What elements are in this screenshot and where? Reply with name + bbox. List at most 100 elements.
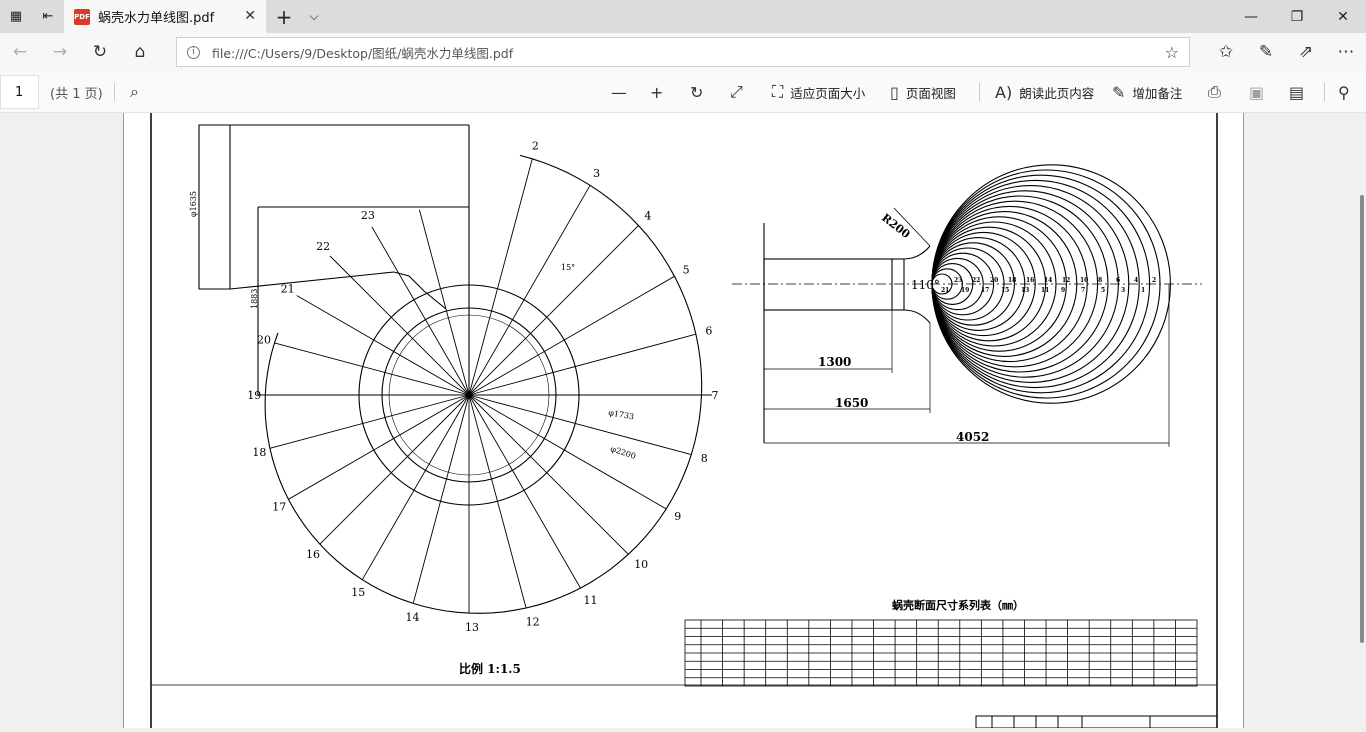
spiral-section-label: 18	[252, 446, 266, 459]
r200-label: R200	[879, 211, 913, 241]
section-label: 9	[1061, 287, 1065, 294]
spiral-section-label: 14	[406, 611, 420, 624]
dia-2200-label: φ2200	[609, 444, 636, 461]
add-notes-button[interactable]: ✎ 增加备注	[1112, 77, 1182, 107]
unpin-toolbar-icon[interactable]: ⚲	[1338, 77, 1357, 107]
add-notes-label: 增加备注	[1132, 85, 1183, 101]
section-ray	[468, 394, 629, 555]
section-ray	[361, 394, 470, 580]
search-icon[interactable]: ⌕	[130, 77, 146, 107]
close-window-icon[interactable]: ✕	[1320, 0, 1366, 33]
angle-15-label: 15°	[561, 263, 575, 272]
divider	[979, 83, 980, 101]
section-label: 14	[1044, 277, 1052, 284]
section-label: 8	[1098, 277, 1102, 284]
dia-1733-label: φ1733	[608, 408, 635, 421]
angle-110-label: 110°	[911, 278, 940, 292]
fit-page-icon: ⛶	[772, 82, 784, 101]
section-label: 5	[1101, 287, 1105, 294]
tab-bar: ▦ ⇤ PDF 蜗壳水力单线图.pdf ✕ + ⌵ — ❐ ✕	[0, 0, 1366, 33]
volute-drawing: 234567891011121314151617181920212223 φ16…	[150, 113, 1218, 729]
section-ray	[329, 255, 470, 396]
section-label: 1	[1141, 287, 1145, 294]
section-ray	[319, 394, 470, 545]
favorites-icon[interactable]: ✩	[1210, 36, 1242, 68]
page-number-input[interactable]: 1	[0, 75, 39, 109]
set-tabs-aside-icon[interactable]: ⇤	[32, 0, 64, 33]
restore-icon[interactable]: ❐	[1274, 0, 1320, 33]
section-ray	[468, 333, 697, 396]
spiral-section-label: 10	[634, 558, 648, 571]
pdf-page: 2 3 4 5 6 7 8 9 10 11 12 13 14 15 16 17 18 19 20 21 22 23 φ16…	[123, 113, 1244, 729]
dim-1300-label: 1300	[818, 355, 851, 369]
section-label: 6	[1116, 277, 1120, 284]
section-label: 16	[1026, 277, 1034, 284]
fullscreen-icon[interactable]: ⤢	[730, 77, 750, 107]
minimize-icon[interactable]: —	[1228, 0, 1274, 33]
fit-page-button[interactable]: ⛶ 适应页面大小	[772, 77, 865, 107]
page-view-button[interactable]: ▯ 页面视图	[890, 77, 956, 107]
favorite-star-icon[interactable]: ☆	[1165, 43, 1179, 62]
spiral-section-label: 12	[526, 616, 540, 629]
spiral-section-label: 7	[712, 389, 719, 402]
spiral-section-label: 13	[465, 621, 479, 634]
address-bar-row: ← → ↻ ⌂ i file:///C:/Users/9/Desktop/图纸/…	[0, 33, 1366, 71]
dim-1883-label: 1883	[250, 289, 259, 309]
spiral-section-label: 6	[705, 325, 712, 338]
new-tab-icon[interactable]: +	[268, 0, 300, 33]
section-label: 18	[1008, 277, 1016, 284]
section-label: 13	[1021, 287, 1029, 294]
rotate-icon[interactable]: ↻	[690, 77, 710, 107]
close-tab-icon[interactable]: ✕	[244, 8, 256, 24]
table-title: 蜗壳断面尺寸系列表（㎜）	[892, 598, 1024, 612]
title-block	[975, 715, 1218, 729]
section-ray	[468, 394, 581, 589]
home-icon[interactable]: ⌂	[124, 36, 156, 68]
section-label: 15	[1001, 287, 1009, 294]
save-as-icon[interactable]: ▤	[1289, 77, 1311, 107]
read-aloud-button[interactable]: A) 朗读此页内容	[995, 77, 1094, 107]
section-label: 10	[1080, 277, 1088, 284]
refresh-icon[interactable]: ↻	[84, 36, 116, 68]
section-label: 7	[1081, 287, 1085, 294]
section-label: 19	[961, 287, 969, 294]
section-label: 2	[1152, 277, 1156, 284]
tab-active[interactable]: PDF 蜗壳水力单线图.pdf ✕	[64, 0, 266, 33]
spiral-section-label: 3	[593, 167, 600, 180]
zoom-out-icon[interactable]: —	[611, 77, 634, 107]
more-icon[interactable]: ⋯	[1330, 36, 1362, 68]
spiral-section-label: 2	[532, 139, 539, 152]
section-label: 23	[954, 277, 962, 284]
spiral-section-label: 15	[351, 586, 365, 599]
back-icon[interactable]: ←	[4, 36, 36, 68]
pdf-icon: PDF	[74, 8, 90, 25]
tab-actions-icon[interactable]: ▦	[0, 0, 32, 33]
zoom-in-icon[interactable]: +	[650, 77, 670, 107]
divider	[1324, 83, 1325, 101]
spiral-section-label: 8	[701, 452, 708, 465]
section-ray	[468, 394, 692, 456]
forward-icon[interactable]: →	[44, 36, 76, 68]
section-ray	[288, 394, 470, 500]
spiral-section-label: 21	[281, 283, 295, 296]
volute-section-view	[732, 164, 1202, 447]
section-ray	[412, 394, 470, 604]
pdf-toolbar: 1 (共 1 页) ⌕ — + ↻ ⤢ ⛶ 适应页面大小 ▯ 页面视图 A) 朗…	[0, 71, 1366, 113]
read-aloud-label: 朗读此页内容	[1019, 85, 1095, 101]
print-icon[interactable]: ⎙	[1208, 77, 1228, 107]
section-label: 20	[990, 277, 998, 284]
vertical-scrollbar[interactable]	[1360, 195, 1364, 643]
spiral-section-label: 9	[674, 510, 681, 523]
save-icon[interactable]: ▣	[1249, 77, 1271, 107]
address-input[interactable]: i file:///C:/Users/9/Desktop/图纸/蜗壳水力单线图.…	[176, 37, 1190, 67]
pdf-viewer[interactable]: 2 3 4 5 6 7 8 9 10 11 12 13 14 15 16 17 18 19 20 21 22 23 φ16…	[0, 113, 1366, 729]
tab-list-chevron-icon[interactable]: ⌵	[298, 0, 330, 33]
page-total: (共 1 页)	[50, 87, 103, 102]
section-ray	[468, 394, 527, 609]
share-icon[interactable]: ⇗	[1290, 36, 1322, 68]
section-label: 17	[981, 287, 989, 294]
info-icon[interactable]: i	[187, 45, 200, 59]
section-label: 11	[1041, 287, 1049, 294]
pen-notes-icon[interactable]: ✎	[1250, 36, 1282, 68]
section-ray	[274, 342, 470, 396]
